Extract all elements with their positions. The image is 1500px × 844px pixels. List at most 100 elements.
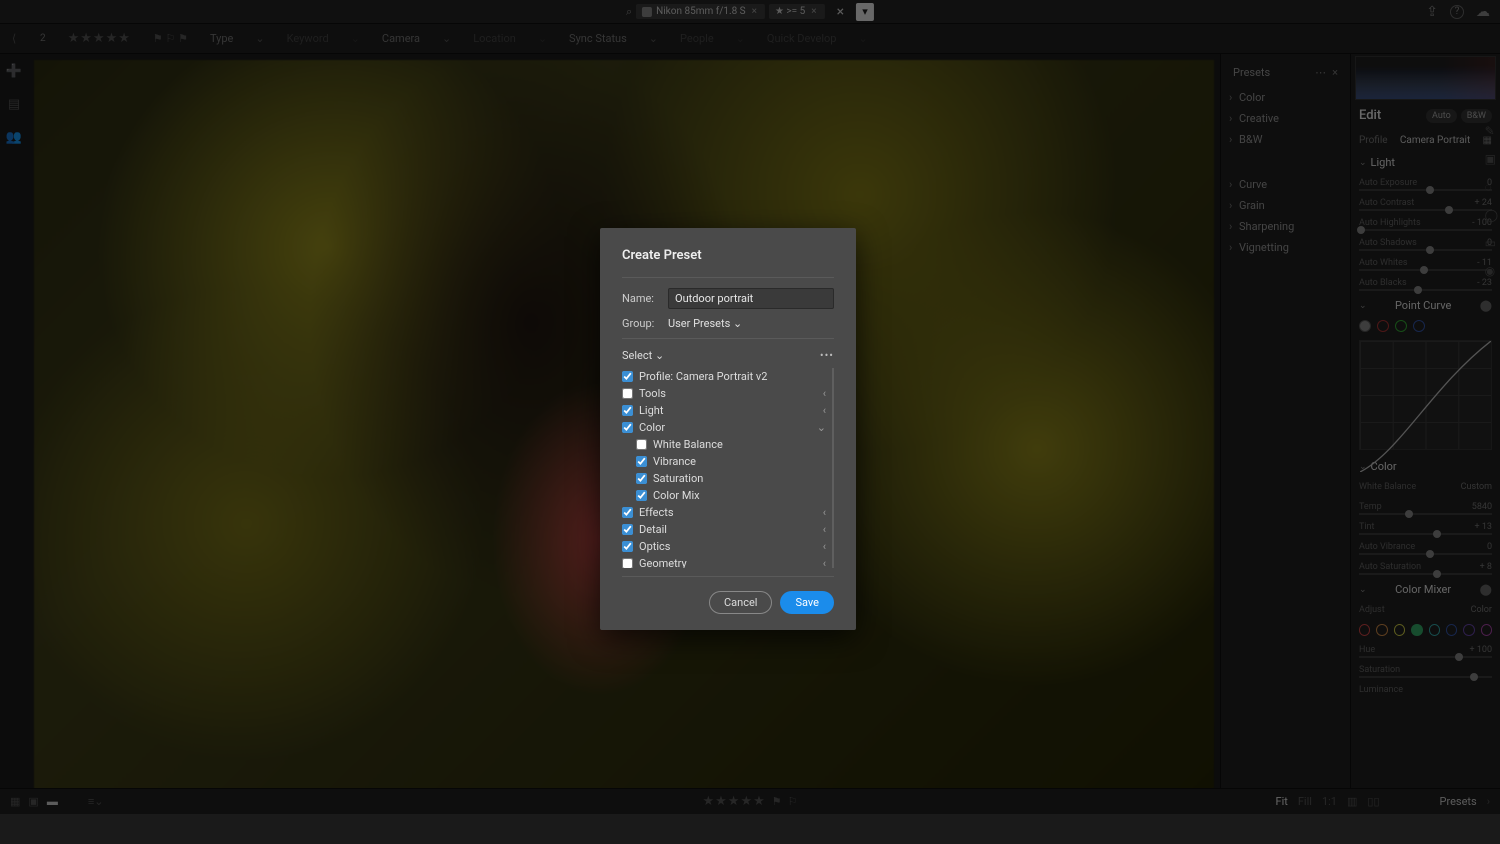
- select-more-icon[interactable]: •••: [820, 349, 834, 362]
- slider-row[interactable]: Tint + 13: [1351, 517, 1500, 537]
- cloud-icon[interactable]: ☁: [1476, 4, 1490, 20]
- setting-checkbox[interactable]: [636, 473, 647, 484]
- mix-blue[interactable]: [1446, 624, 1457, 636]
- radial-tool-icon[interactable]: ◉: [1485, 264, 1498, 278]
- mix-red[interactable]: [1359, 624, 1370, 636]
- chevron-left-icon[interactable]: ‹: [823, 557, 826, 568]
- beforeafter-icon[interactable]: ▯▯: [1367, 795, 1379, 808]
- presets-more-icon[interactable]: ⋯: [1315, 66, 1326, 79]
- presets-button[interactable]: Presets: [1440, 795, 1477, 808]
- compare-icon[interactable]: ▥: [1347, 795, 1357, 808]
- filter-toggle[interactable]: ▾: [856, 3, 874, 21]
- setting-checkbox[interactable]: [636, 456, 647, 467]
- setting-checkbox[interactable]: [622, 541, 633, 552]
- chevron-left-icon[interactable]: ‹: [823, 404, 826, 417]
- setting-checkbox[interactable]: [622, 371, 633, 382]
- remove-rating-pill[interactable]: ×: [809, 6, 818, 17]
- grid-view-icon[interactable]: ▦: [10, 795, 20, 808]
- select-dropdown[interactable]: Select ⌄: [622, 349, 664, 362]
- tone-curve[interactable]: [1359, 340, 1492, 450]
- remove-lens-pill[interactable]: ×: [750, 6, 759, 17]
- zoom-fill[interactable]: Fill: [1298, 795, 1312, 808]
- detail-view-icon[interactable]: ▬: [47, 795, 58, 808]
- search-rating-pill[interactable]: ★ >= 5 ×: [769, 4, 825, 19]
- setting-checkbox[interactable]: [622, 388, 633, 399]
- square-view-icon[interactable]: ▣: [28, 795, 38, 808]
- mixer-toggle-icon[interactable]: ⬤: [1480, 583, 1492, 596]
- auto-button[interactable]: Auto: [1426, 109, 1457, 123]
- slider-row[interactable]: Auto Highlights - 100: [1351, 213, 1500, 233]
- filter-keyword[interactable]: Keyword: [287, 32, 329, 45]
- preset-group[interactable]: B&W: [1227, 129, 1344, 150]
- curve-toggle-icon[interactable]: ⬤: [1480, 299, 1492, 312]
- chevron-left-icon[interactable]: ‹: [823, 523, 826, 536]
- curve-chan-red[interactable]: [1377, 320, 1389, 332]
- slider-row[interactable]: Auto Vibrance 0: [1351, 537, 1500, 557]
- profile-value[interactable]: Camera Portrait: [1400, 135, 1470, 146]
- photo-flag-icon[interactable]: ⚑: [772, 795, 782, 808]
- slider-row[interactable]: Auto Whites - 11: [1351, 253, 1500, 273]
- filter-location[interactable]: Location: [473, 32, 516, 45]
- cancel-button[interactable]: Cancel: [709, 591, 772, 614]
- mix-yellow[interactable]: [1394, 624, 1405, 636]
- chevron-left-icon[interactable]: ‹: [823, 387, 826, 400]
- setting-checkbox[interactable]: [622, 558, 633, 568]
- brush-tool-icon[interactable]: ◯: [1485, 208, 1498, 222]
- preset-group[interactable]: Curve: [1227, 174, 1344, 195]
- preset-group[interactable]: Grain: [1227, 195, 1344, 216]
- curve-chan-blue[interactable]: [1413, 320, 1425, 332]
- setting-checkbox[interactable]: [636, 439, 647, 450]
- heal-tool-icon[interactable]: ◌: [1485, 180, 1498, 194]
- preset-group-dropdown[interactable]: User Presets ⌄: [668, 317, 742, 330]
- setting-checkbox[interactable]: [622, 422, 633, 433]
- presets-close-icon[interactable]: ×: [1332, 66, 1338, 79]
- clear-search[interactable]: ×: [829, 4, 852, 20]
- search-icon[interactable]: ⌕: [626, 5, 632, 19]
- sort-icon[interactable]: ≡⌄: [88, 795, 104, 808]
- preset-group[interactable]: Color: [1227, 87, 1344, 108]
- wb-value[interactable]: Custom: [1461, 482, 1492, 492]
- setting-checkbox[interactable]: [636, 490, 647, 501]
- histogram[interactable]: [1355, 56, 1496, 100]
- slider-row[interactable]: Auto Contrast + 24: [1351, 193, 1500, 213]
- photo-reject-icon[interactable]: ⚐: [788, 795, 798, 808]
- slider-row[interactable]: Temp 5840: [1351, 497, 1500, 517]
- save-button[interactable]: Save: [780, 591, 834, 614]
- photo-rating[interactable]: ★★★★★: [702, 794, 765, 809]
- curve-chan-green[interactable]: [1395, 320, 1407, 332]
- chevron-left-icon[interactable]: ‹: [823, 506, 826, 519]
- chevron-left-icon[interactable]: ‹: [823, 540, 826, 553]
- preset-name-input[interactable]: [668, 288, 834, 309]
- filter-sync[interactable]: Sync Status: [569, 32, 627, 45]
- setting-checkbox[interactable]: [622, 507, 633, 518]
- filter-type[interactable]: Type: [210, 32, 233, 45]
- setting-checkbox[interactable]: [622, 405, 633, 416]
- section-light[interactable]: Light: [1351, 150, 1500, 173]
- people-icon[interactable]: 👥: [6, 130, 22, 145]
- linear-tool-icon[interactable]: ▭: [1485, 236, 1498, 250]
- help-icon[interactable]: ?: [1450, 5, 1464, 19]
- zoom-fit[interactable]: Fit: [1275, 795, 1287, 808]
- slider-row[interactable]: Auto Shadows 0: [1351, 233, 1500, 253]
- slider-row[interactable]: Auto Saturation + 8: [1351, 557, 1500, 577]
- add-icon[interactable]: ➕: [6, 64, 22, 79]
- search-lens-pill[interactable]: Nikon 85mm f/1.8 S ×: [636, 4, 765, 19]
- mix-magenta[interactable]: [1481, 624, 1492, 636]
- bw-button[interactable]: B&W: [1461, 109, 1492, 123]
- slider-row[interactable]: Auto Exposure 0: [1351, 173, 1500, 193]
- mix-purple[interactable]: [1463, 624, 1474, 636]
- mix-orange[interactable]: [1376, 624, 1387, 636]
- crop-tool-icon[interactable]: ▣: [1485, 152, 1498, 166]
- mix-green[interactable]: [1411, 624, 1422, 636]
- chevron-down-icon[interactable]: ⌄: [817, 421, 826, 434]
- setting-checkbox[interactable]: [622, 524, 633, 535]
- rating-filter[interactable]: ★★★★★: [68, 31, 131, 46]
- preset-group[interactable]: Vignetting: [1227, 237, 1344, 258]
- slider-row[interactable]: Auto Blacks - 23: [1351, 273, 1500, 293]
- preset-group[interactable]: Sharpening: [1227, 216, 1344, 237]
- flag-filter[interactable]: ⚑ ⚐ ⚑: [153, 32, 188, 45]
- mix-aqua[interactable]: [1429, 624, 1440, 636]
- zoom-11[interactable]: 1:1: [1322, 795, 1337, 808]
- presets-collapse-icon[interactable]: ›: [1487, 795, 1490, 808]
- section-pointcurve[interactable]: Point Curve: [1395, 299, 1451, 312]
